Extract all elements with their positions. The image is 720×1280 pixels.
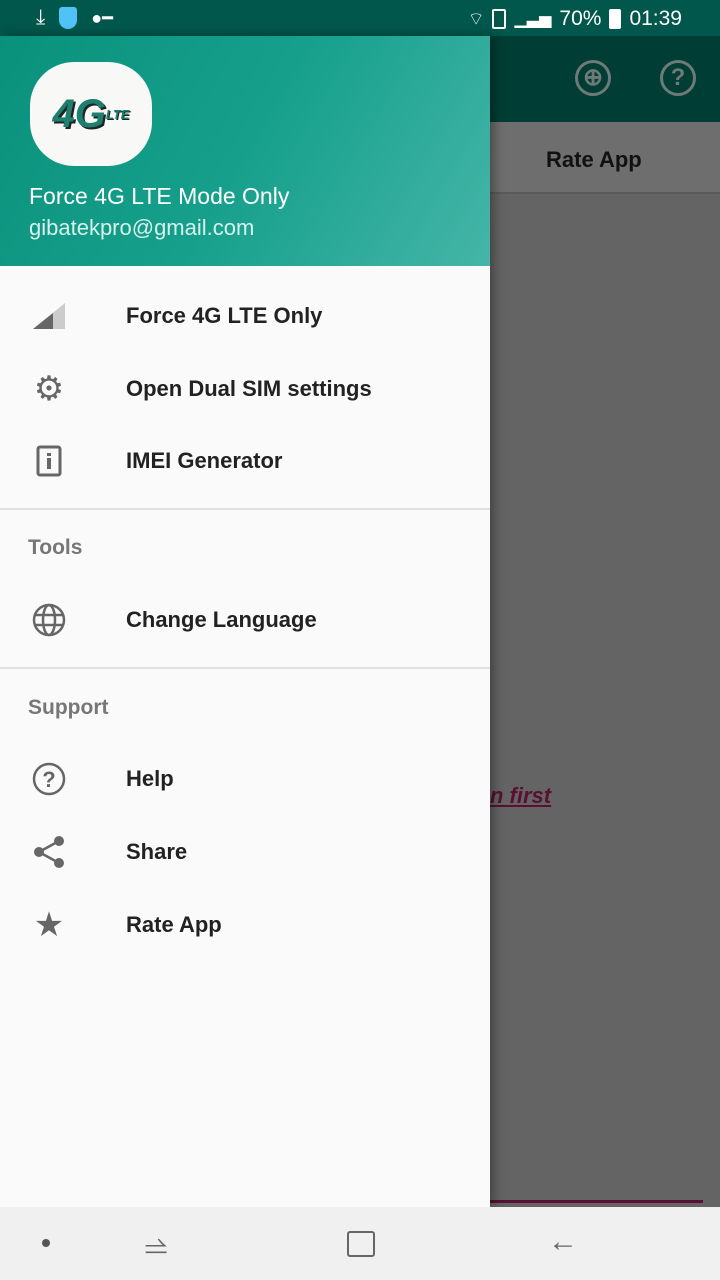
- globe-icon: [31, 602, 67, 638]
- battery-percent: 70%: [559, 7, 602, 30]
- drawer-header: 4G LTE Force 4G LTE Mode Only gibatekpro@…: [0, 36, 490, 266]
- help-icon: ?: [31, 761, 67, 797]
- status-bar: ⤓ ●━ ⌔ ▁▃▅ 70% 01:39: [0, 0, 720, 36]
- menu-item-help[interactable]: ? Help: [0, 747, 490, 811]
- signal-icon: ▁▃▅: [514, 11, 552, 28]
- dot-icon[interactable]: [42, 1239, 50, 1247]
- section-title-tools: Tools: [28, 536, 83, 559]
- divider: [0, 667, 490, 669]
- recents-icon[interactable]: ⥬: [145, 1231, 167, 1264]
- app-title: Force 4G LTE Mode Only: [29, 183, 290, 209]
- background-link[interactable]: n first: [490, 783, 551, 809]
- star-icon: ★: [33, 906, 65, 944]
- phone-info-icon: [31, 443, 67, 479]
- svg-text:?: ?: [42, 767, 55, 792]
- navigation-drawer: 4G LTE Force 4G LTE Mode Only gibatekpro@…: [0, 36, 490, 1207]
- account-email: gibatekpro@gmail.com: [29, 215, 255, 240]
- tab-label: Rate App: [546, 147, 642, 172]
- menu-item-imei[interactable]: IMEI Generator: [0, 429, 490, 493]
- download-icon: ⤓: [36, 6, 46, 29]
- globe-icon[interactable]: ⊕: [575, 60, 611, 96]
- menu-item-change-language[interactable]: Change Language: [0, 588, 490, 652]
- home-icon[interactable]: [347, 1231, 375, 1257]
- divider: [490, 1200, 703, 1203]
- divider: [0, 508, 490, 510]
- share-icon: [31, 834, 67, 870]
- back-icon[interactable]: ←: [548, 1225, 578, 1259]
- key-icon: ●━: [91, 7, 114, 28]
- app-logo: 4G LTE: [30, 62, 152, 166]
- menu-item-force-4g[interactable]: Force 4G LTE Only: [0, 284, 490, 348]
- system-nav-bar: ⥬ ←: [0, 1207, 720, 1280]
- help-icon[interactable]: ?: [660, 60, 696, 96]
- wifi-icon: ⌔: [467, 8, 485, 29]
- tab-rate-app[interactable]: Rate App: [490, 122, 720, 194]
- menu-item-share[interactable]: Share: [0, 820, 490, 884]
- clock: 01:39: [629, 7, 682, 30]
- battery-charging-icon: [609, 9, 622, 29]
- vpn-shield-icon: [59, 7, 78, 29]
- signal-icon: [31, 298, 67, 334]
- menu-item-dual-sim[interactable]: ⚙ Open Dual SIM settings: [0, 357, 490, 421]
- gear-icon: ⚙: [33, 370, 65, 408]
- sim-icon: [492, 9, 507, 29]
- menu-item-rate-app[interactable]: ★ Rate App: [0, 893, 490, 957]
- section-title-support: Support: [28, 696, 109, 719]
